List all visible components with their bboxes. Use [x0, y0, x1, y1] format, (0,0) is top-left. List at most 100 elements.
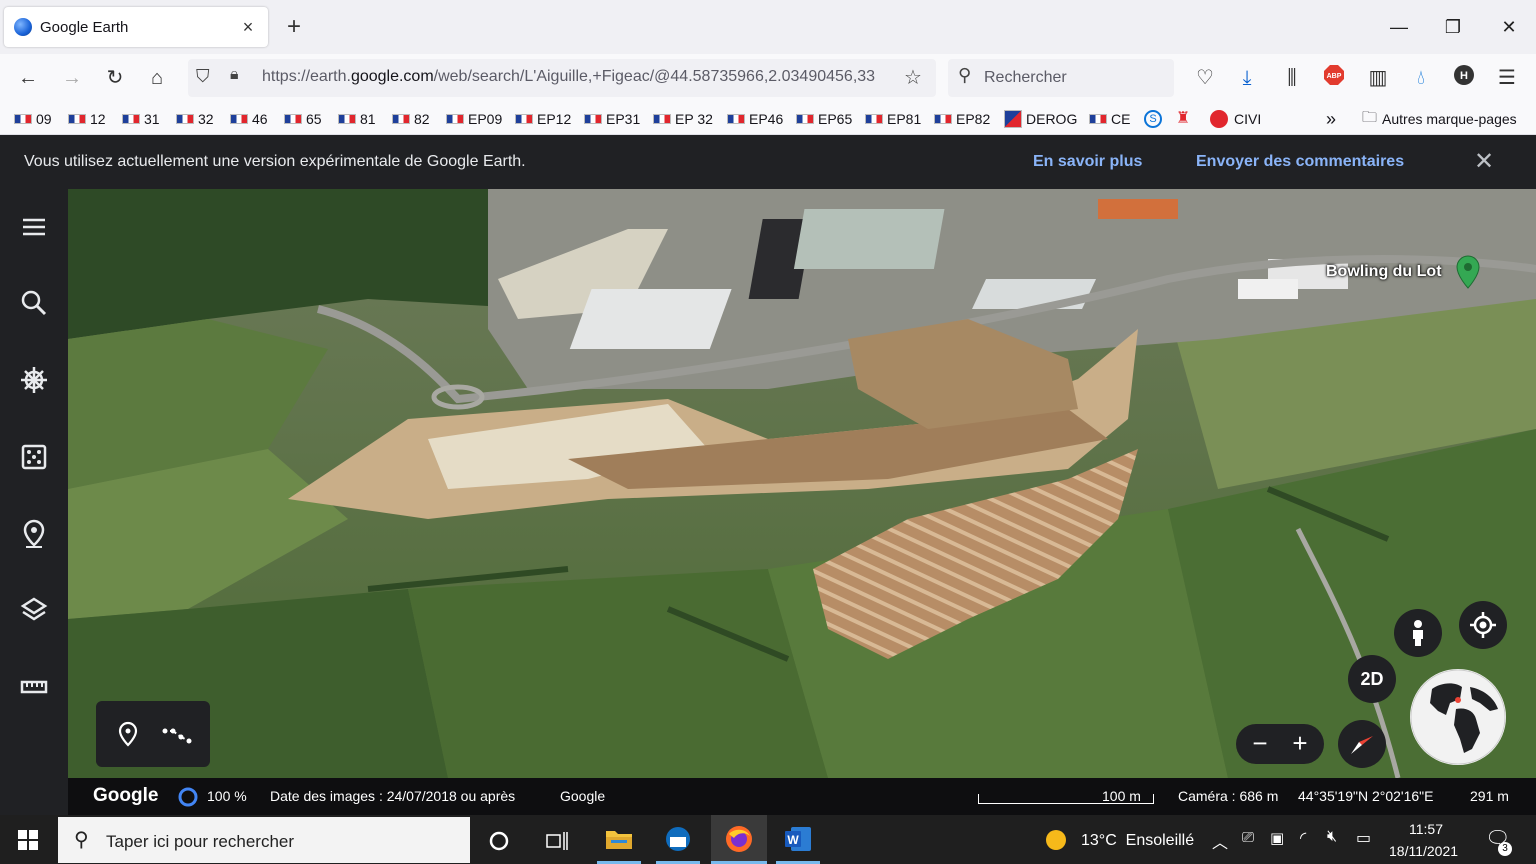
bookmark-item[interactable]: EP12 — [515, 110, 571, 128]
flag-icon — [515, 114, 533, 124]
feeling-lucky-dice-icon[interactable] — [18, 441, 50, 473]
battery-icon[interactable]: ▭ — [1356, 828, 1371, 848]
windows-start-icon[interactable] — [18, 830, 38, 850]
my-location-button[interactable] — [1459, 601, 1507, 649]
flag-icon — [446, 114, 464, 124]
zoom-in-button[interactable]: + — [1282, 724, 1318, 764]
folder-icon: 🗀︎ — [1362, 108, 1378, 126]
taskbar-word[interactable]: W — [770, 815, 826, 864]
street-view-pegman-button[interactable] — [1394, 609, 1442, 657]
globe-overview[interactable] — [1410, 669, 1506, 765]
weather-text[interactable]: 13°C Ensoleillé — [1081, 832, 1194, 850]
tracking-shield-icon[interactable]: ⛉ — [196, 66, 210, 87]
svg-text:H: H — [1460, 70, 1468, 82]
bookmark-item[interactable]: 46 — [230, 110, 268, 128]
bookmark-item[interactable]: EP31 — [584, 110, 640, 128]
learn-more-link[interactable]: En savoir plus — [1033, 153, 1142, 171]
bookmark-item[interactable]: CE — [1089, 110, 1130, 128]
screen-capture-icon[interactable]: ▣ — [1270, 829, 1284, 847]
map-pin-icon[interactable] — [1456, 255, 1480, 289]
reload-icon[interactable]: ↻ — [101, 64, 129, 92]
profile-avatar-icon[interactable]: H — [1450, 64, 1478, 92]
bookmark-item[interactable]: EP81 — [865, 110, 921, 128]
wifi-icon[interactable]: ◜ — [1300, 828, 1306, 848]
sidebar-icon[interactable]: ▥ — [1364, 64, 1392, 92]
task-view-icon[interactable] — [545, 830, 569, 852]
menu-icon[interactable] — [18, 211, 50, 243]
banner-message: Vous utilisez actuellement une version e… — [24, 153, 526, 170]
earth-3d-map-view[interactable]: Bowling du Lot 2D − + — [68, 189, 1536, 778]
browser-nav-bar: ← → ↻ ⌂ ⛉ 🔒︎ https://earth.google.com/we… — [0, 54, 1536, 102]
menu-hamburger-icon[interactable]: ☰ — [1493, 64, 1521, 92]
bookmark-item[interactable]: 65 — [284, 110, 322, 128]
zoom-out-button[interactable]: − — [1242, 724, 1278, 764]
bookmark-item[interactable]: S — [1144, 110, 1162, 128]
drawing-tools-panel — [96, 701, 210, 767]
bookmark-item[interactable]: 32 — [176, 110, 214, 128]
extension-drop-icon[interactable]: 💧︎ — [1407, 64, 1435, 92]
bookmark-item[interactable]: EP82 — [934, 110, 990, 128]
search-bar[interactable]: ⚲ Rechercher — [948, 59, 1174, 97]
download-icon[interactable]: ⤓ — [1233, 64, 1261, 92]
bookmark-item[interactable]: EP65 — [796, 110, 852, 128]
tab-close-icon[interactable]: × — [238, 17, 258, 38]
taskbar-search-box[interactable]: ⚲ Taper ici pour rechercher — [58, 817, 470, 863]
bookmark-item[interactable]: 12 — [68, 110, 106, 128]
bookmark-item[interactable]: EP 32 — [653, 110, 713, 128]
measure-ruler-icon[interactable] — [18, 671, 50, 703]
pocket-icon[interactable]: ♡ — [1191, 64, 1219, 92]
window-restore-button[interactable]: ❐ — [1438, 12, 1468, 42]
window-close-button[interactable]: ✕ — [1494, 12, 1524, 42]
window-minimize-button[interactable]: — — [1384, 12, 1414, 42]
bookmark-item[interactable]: ♜ — [1176, 110, 1194, 128]
home-icon[interactable]: ⌂ — [143, 64, 171, 92]
banner-close-icon[interactable]: ✕ — [1470, 147, 1498, 176]
volume-muted-icon[interactable]: 🔇︎ — [1327, 828, 1337, 846]
experimental-banner: Vous utilisez actuellement une version e… — [0, 135, 1536, 189]
voyager-wheel-icon[interactable] — [18, 364, 50, 396]
new-tab-button[interactable]: + — [282, 13, 306, 41]
tray-chevron-up-icon[interactable]: ︿ — [1212, 829, 1228, 853]
taskbar-mail-app[interactable] — [650, 815, 706, 864]
toggle-2d-button[interactable]: 2D — [1348, 655, 1396, 703]
sunny-weather-icon[interactable] — [1044, 828, 1068, 852]
cortana-icon[interactable] — [488, 830, 510, 852]
bookmark-item[interactable]: CIVI — [1210, 110, 1261, 128]
send-feedback-link[interactable]: Envoyer des commentaires — [1196, 153, 1404, 171]
imagery-provider[interactable]: Google — [560, 788, 605, 804]
compass-button[interactable] — [1338, 720, 1386, 768]
clock-date[interactable]: 18/11/2021 — [1389, 843, 1458, 859]
draw-path-icon[interactable] — [162, 723, 192, 745]
map-style-layers-icon[interactable] — [18, 594, 50, 626]
google-logo: Google — [93, 785, 159, 806]
projects-pin-icon[interactable] — [18, 518, 50, 550]
coordinates: 44°35'19"N 2°02'16"E — [1298, 788, 1434, 804]
bookmark-item[interactable]: 81 — [338, 110, 376, 128]
library-icon[interactable]: ⫼ — [1278, 64, 1306, 92]
bookmark-item[interactable]: 09 — [14, 110, 52, 128]
forward-arrow-icon[interactable]: → — [58, 64, 86, 92]
other-bookmarks-folder[interactable]: 🗀︎ Autres marque-pages — [1362, 109, 1517, 128]
search-icon: ⚲ — [958, 65, 972, 85]
lock-icon[interactable]: 🔒︎ — [230, 66, 239, 84]
add-placemark-icon[interactable] — [116, 721, 140, 747]
bookmark-item[interactable]: DEROG — [1004, 110, 1077, 128]
scale-label: 100 m — [1102, 788, 1141, 804]
taskbar-file-explorer[interactable] — [591, 815, 647, 864]
taskbar-firefox[interactable] — [711, 815, 767, 864]
bookmark-item[interactable]: 82 — [392, 110, 430, 128]
tab-google-earth[interactable]: Google Earth × — [4, 7, 268, 47]
clock-time[interactable]: 11:57 — [1409, 821, 1443, 837]
url-bar[interactable]: ⛉ 🔒︎ https://earth.google.com/web/search… — [188, 59, 936, 97]
svg-text:W: W — [787, 833, 799, 847]
place-label[interactable]: Bowling du Lot — [1326, 263, 1442, 281]
bookmark-star-icon[interactable]: ☆ — [904, 65, 922, 90]
adblock-icon[interactable]: ABP — [1320, 64, 1348, 92]
bookmark-item[interactable]: 31 — [122, 110, 160, 128]
search-icon[interactable] — [18, 287, 50, 319]
bookmark-item[interactable]: EP46 — [727, 110, 783, 128]
bookmark-item[interactable]: EP09 — [446, 110, 502, 128]
back-arrow-icon[interactable]: ← — [14, 64, 42, 92]
bookmarks-overflow-chevron-icon[interactable]: » — [1326, 109, 1336, 129]
meet-now-icon[interactable]: ⎚ — [1242, 829, 1254, 846]
